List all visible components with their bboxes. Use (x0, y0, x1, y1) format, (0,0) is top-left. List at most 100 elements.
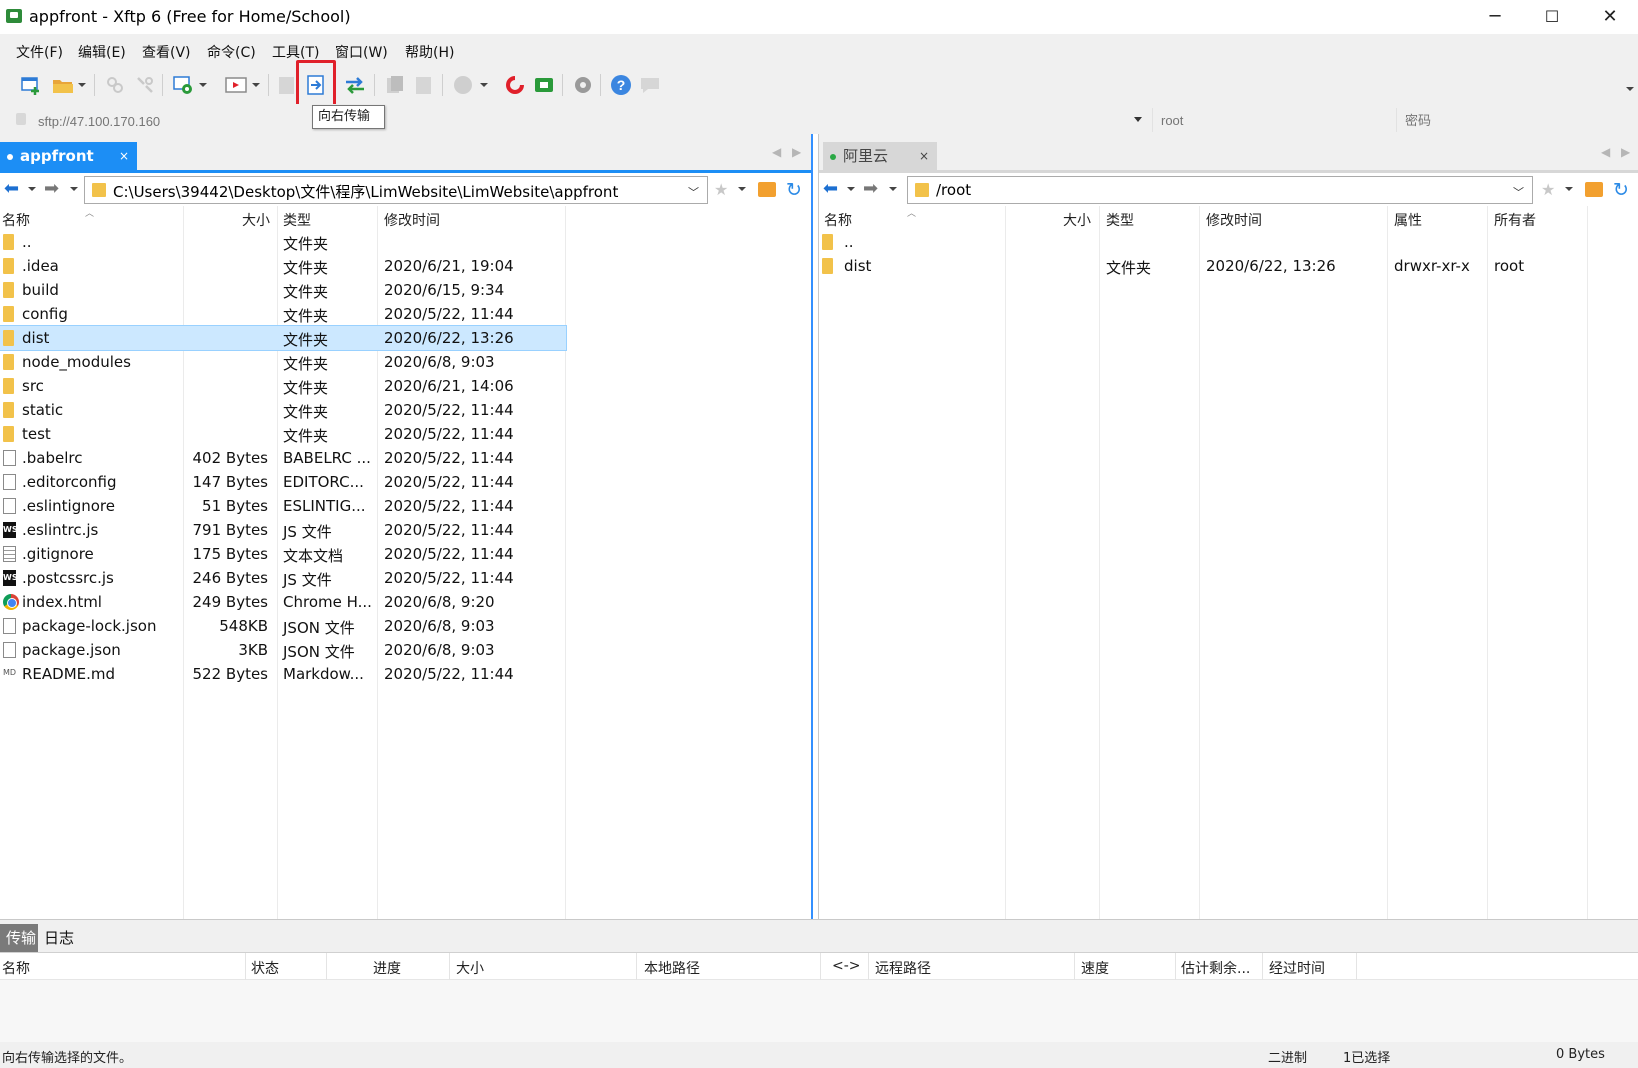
tab-aliyun[interactable]: 阿里云 × (823, 142, 937, 170)
col-modified[interactable]: 修改时间 (384, 210, 440, 230)
tab-scroll-left-icon[interactable]: ◀ (772, 145, 781, 159)
menu-tools[interactable]: 工具(T) (272, 42, 319, 62)
tab-appfront[interactable]: appfront × (0, 142, 137, 170)
col-name[interactable]: 名称 (2, 210, 30, 230)
menu-help[interactable]: 帮助(H) (405, 42, 454, 62)
remote-path-field[interactable]: /root ﹀ (907, 176, 1533, 204)
transfer-mode[interactable]: 二进制 (1268, 1047, 1307, 1066)
xshell-icon[interactable] (504, 74, 526, 96)
file-row[interactable]: src 文件夹 2020/6/21, 14:06 (0, 374, 811, 398)
col-transfer-progress[interactable]: 进度 (373, 958, 401, 978)
menu-window[interactable]: 窗口(W) (335, 42, 388, 62)
bookmark-star-icon[interactable]: ★ (1541, 180, 1555, 199)
refresh-icon[interactable]: ↻ (1613, 179, 1629, 201)
open-folder-icon[interactable] (52, 74, 74, 96)
new-terminal-icon[interactable] (225, 74, 247, 96)
bookmark-dropdown-icon[interactable] (1565, 187, 1573, 191)
back-icon[interactable]: ⬅ (823, 178, 838, 199)
copy-icon[interactable] (384, 74, 406, 96)
tab-transfer[interactable]: 传输 (0, 924, 43, 952)
file-row[interactable]: .eslintignore 51 Bytes ESLINTIG... 2020/5/2… (0, 494, 811, 518)
gear-icon[interactable] (572, 74, 594, 96)
help-icon[interactable]: ? (610, 74, 632, 96)
close-button[interactable]: ✕ (1582, 0, 1638, 34)
sync-icon[interactable] (344, 74, 366, 96)
username-input[interactable] (1152, 108, 1392, 132)
transfer-left-icon[interactable] (276, 74, 298, 96)
paste-icon[interactable] (413, 74, 435, 96)
forward-dropdown-icon[interactable] (70, 187, 78, 191)
minimize-button[interactable]: ─ (1467, 0, 1523, 34)
toolbar-overflow-icon[interactable] (1626, 87, 1634, 91)
file-row[interactable]: .. 文件夹 (0, 230, 811, 254)
menu-view[interactable]: 查看(V) (142, 42, 191, 62)
session-dropdown-icon[interactable] (199, 83, 207, 87)
tab-close-icon[interactable]: × (119, 142, 129, 170)
xftp-icon[interactable] (533, 74, 555, 96)
open-dropdown-icon[interactable] (78, 83, 86, 87)
globe-dropdown-icon[interactable] (480, 83, 488, 87)
session-manager-icon[interactable] (172, 74, 194, 96)
file-row[interactable]: test 文件夹 2020/5/22, 11:44 (0, 422, 811, 446)
file-row[interactable]: MD README.md 522 Bytes Markdow... 2020/5/22,… (0, 662, 811, 686)
col-size[interactable]: 大小 (1063, 210, 1091, 230)
local-path-field[interactable]: C:\Users\39442\Desktop\文件\程序\LimWebsite\… (84, 176, 708, 204)
back-icon[interactable]: ⬅ (4, 178, 19, 199)
col-type[interactable]: 类型 (1106, 210, 1134, 230)
col-local-path[interactable]: 本地路径 (644, 958, 700, 978)
forward-icon[interactable]: ➡ (863, 178, 878, 199)
file-row[interactable]: .idea 文件夹 2020/6/21, 19:04 (0, 254, 811, 278)
col-elapsed[interactable]: 经过时间 (1269, 958, 1325, 978)
col-transfer-size[interactable]: 大小 (456, 958, 484, 978)
col-remote-path[interactable]: 远程路径 (875, 958, 931, 978)
col-name[interactable]: 名称 (824, 210, 852, 230)
col-transfer-status[interactable]: 状态 (251, 958, 279, 978)
terminal-dropdown-icon[interactable] (252, 83, 260, 87)
back-dropdown-icon[interactable] (28, 187, 36, 191)
forward-dropdown-icon[interactable] (889, 187, 897, 191)
refresh-icon[interactable]: ↻ (786, 179, 802, 201)
col-eta[interactable]: 估计剩余... (1181, 958, 1250, 978)
file-row[interactable]: WS .postcssrc.js 246 Bytes JS 文件 2020/5/22, … (0, 566, 811, 590)
menu-command[interactable]: 命令(C) (207, 42, 256, 62)
forward-icon[interactable]: ➡ (44, 178, 59, 199)
file-row[interactable]: package.json 3KB JSON 文件 2020/6/8, 9:03 (0, 638, 811, 662)
tab-log[interactable]: 日志 (38, 924, 81, 952)
transfer-list[interactable] (0, 980, 1638, 1042)
col-transfer-name[interactable]: 名称 (2, 958, 30, 978)
col-type[interactable]: 类型 (283, 210, 311, 230)
bookmark-dropdown-icon[interactable] (738, 187, 746, 191)
file-row[interactable]: dist 文件夹 2020/6/22, 13:26 (0, 325, 567, 351)
maximize-button[interactable]: ☐ (1524, 0, 1580, 34)
file-row[interactable]: build 文件夹 2020/6/15, 9:34 (0, 278, 811, 302)
file-row[interactable]: .. (819, 230, 1638, 254)
file-row[interactable]: static 文件夹 2020/5/22, 11:44 (0, 398, 811, 422)
menu-file[interactable]: 文件(F) (16, 42, 63, 62)
disconnect-icon[interactable] (134, 74, 156, 96)
path-dropdown-icon[interactable]: ﹀ (688, 184, 699, 200)
col-owner[interactable]: 所有者 (1494, 210, 1536, 230)
connect-icon[interactable] (104, 74, 126, 96)
tab-scroll-left-icon[interactable]: ◀ (1601, 145, 1610, 159)
file-row[interactable]: index.html 249 Bytes Chrome H... 2020/6/8, … (0, 590, 811, 614)
file-row[interactable]: package-lock.json 548KB JSON 文件 2020/6/8, 9… (0, 614, 811, 638)
new-session-icon[interactable] (20, 74, 42, 96)
col-direction[interactable]: <-> (832, 958, 861, 974)
password-input[interactable] (1396, 108, 1636, 132)
file-row[interactable]: dist 文件夹 2020/6/22, 13:26 drwxr-xr-x root (819, 254, 1638, 278)
file-row[interactable]: .gitignore 175 Bytes 文本文档 2020/5/22, 11:44 (0, 542, 811, 566)
back-dropdown-icon[interactable] (847, 187, 855, 191)
home-folder-icon[interactable] (1585, 182, 1603, 197)
host-input[interactable] (38, 111, 1148, 131)
chat-icon[interactable] (639, 74, 661, 96)
globe-icon[interactable] (452, 74, 474, 96)
tab-scroll-right-icon[interactable]: ▶ (792, 145, 801, 159)
col-size[interactable]: 大小 (242, 210, 270, 230)
file-row[interactable]: WS .eslintrc.js 791 Bytes JS 文件 2020/5/22, 1… (0, 518, 811, 542)
col-modified[interactable]: 修改时间 (1206, 210, 1262, 230)
menu-edit[interactable]: 编辑(E) (78, 42, 126, 62)
home-folder-icon[interactable] (758, 182, 776, 197)
col-speed[interactable]: 速度 (1081, 958, 1109, 978)
path-dropdown-icon[interactable]: ﹀ (1513, 184, 1524, 200)
bookmark-star-icon[interactable]: ★ (714, 180, 728, 199)
